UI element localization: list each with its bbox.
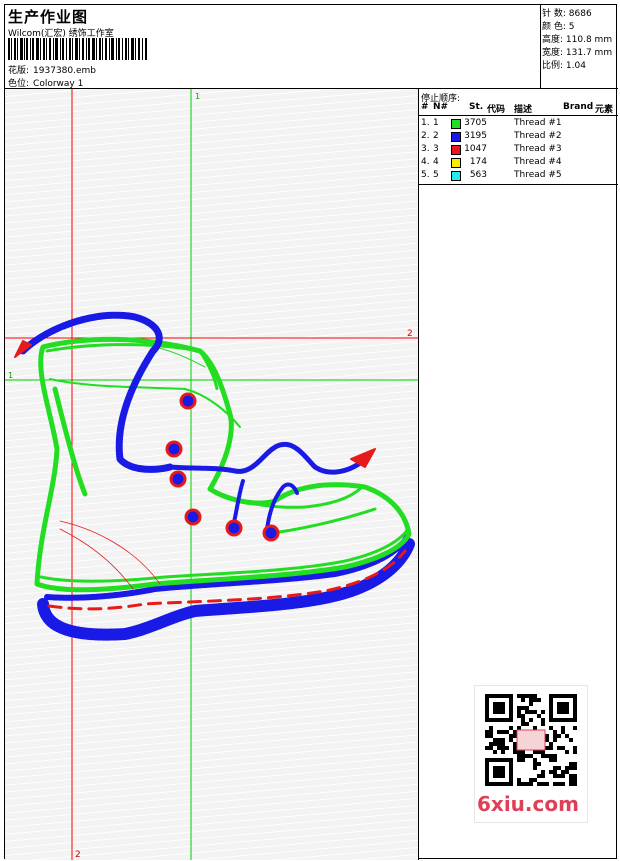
- stop-sequence-row[interactable]: 3. 3 1047 Thread #3: [419, 144, 618, 157]
- row-description: Thread #4: [514, 157, 562, 167]
- boot-vamp-line: [208, 487, 362, 509]
- scale-label: 比例:: [542, 61, 564, 71]
- boot-inner-line: [49, 378, 241, 428]
- design-file-line: 花版: 1937380.emb: [8, 63, 96, 76]
- boot-design: [14, 311, 415, 641]
- row-num: 3.: [421, 144, 430, 154]
- colorway-line: 色位: Colorway 1: [8, 76, 83, 89]
- stop-sequence-row[interactable]: 4. 4 174 Thread #4: [419, 157, 618, 170]
- row-stitches: 563: [469, 170, 487, 180]
- row-num: 2.: [421, 131, 430, 141]
- row-description: Thread #2: [514, 131, 562, 141]
- col-st: St.: [469, 102, 484, 112]
- row-stitches: 3195: [464, 131, 487, 141]
- row-stitches: 1047: [464, 144, 487, 154]
- stop-sequence-panel: 停止顺序: # N# St. 代码 描述 Brand 元素 1. 1 3705 Thr…: [419, 89, 618, 860]
- color-count-value: 5: [568, 22, 575, 32]
- stitch-count-label: 针 数:: [542, 9, 566, 19]
- stitch-count-row: 针 数: 8686: [542, 6, 592, 19]
- boot-heel-detail: [59, 520, 161, 585]
- col-n: N#: [433, 102, 449, 112]
- height-value: 110.8 mm: [565, 35, 613, 45]
- scale-value: 1.04: [565, 61, 586, 71]
- barcode-icon: [8, 38, 147, 60]
- table-divider: [419, 184, 618, 185]
- row-num: 5.: [421, 170, 430, 180]
- design-file-label: 花版:: [8, 66, 30, 76]
- stop-sequence-row[interactable]: 2. 2 3195 Thread #2: [419, 131, 618, 144]
- guide-label-vertical-green: 1: [195, 92, 200, 101]
- production-worksheet: 生产作业图 Wilcom(汇宏) 绣饰工作室 花版: 1937380.emb 色…: [4, 4, 618, 860]
- row-n: 4: [433, 157, 439, 167]
- stop-sequence-header: # N# St. 代码 描述 Brand 元素: [419, 102, 618, 116]
- col-num: #: [421, 102, 429, 112]
- width-label: 宽度:: [542, 48, 564, 58]
- design-file-value: 1937380.emb: [33, 66, 97, 76]
- row-stitches: 3705: [464, 118, 487, 128]
- design-canvas[interactable]: 1 1 2 2: [5, 89, 419, 860]
- row-n: 2: [433, 131, 439, 141]
- row-description: Thread #3: [514, 144, 562, 154]
- stop-sequence-row[interactable]: 5. 5 563 Thread #5: [419, 170, 618, 183]
- guide-label-horizontal-red: 2: [407, 329, 413, 339]
- row-n: 3: [433, 144, 439, 154]
- boot-lace: [167, 441, 366, 475]
- row-n: 5: [433, 170, 439, 180]
- guide-label-vertical-red: 2: [75, 850, 81, 860]
- row-num: 4.: [421, 157, 430, 167]
- watermark-site: 6xiu.com: [477, 792, 579, 816]
- colorway-value: Colorway 1: [33, 79, 84, 89]
- scale-row: 比例: 1.04: [542, 58, 586, 71]
- embroidery-preview: 1 1 2 2: [5, 89, 418, 860]
- row-n: 1: [433, 118, 439, 128]
- col-desc: 描述: [514, 105, 533, 115]
- qr-code-icon: [485, 694, 577, 786]
- width-value: 131.7 mm: [565, 48, 613, 58]
- col-element: 元素: [595, 105, 614, 115]
- col-brand: Brand: [563, 102, 594, 112]
- height-row: 高度: 110.8 mm: [542, 32, 612, 45]
- width-row: 宽度: 131.7 mm: [542, 45, 612, 58]
- stop-sequence-row[interactable]: 1. 1 3705 Thread #1: [419, 118, 618, 131]
- row-description: Thread #5: [514, 170, 562, 180]
- thread-color-swatch: [451, 171, 461, 184]
- row-num: 1.: [421, 118, 430, 128]
- design-stats-panel: 针 数: 8686 颜 色: 5 高度: 110.8 mm 宽度: 131.7 …: [541, 5, 618, 89]
- stitch-count-value: 8686: [568, 9, 592, 19]
- page-title: 生产作业图: [8, 8, 89, 26]
- color-count-row: 颜 色: 5: [542, 19, 575, 32]
- guide-label-horizontal-green: 1: [8, 371, 13, 380]
- colorway-label: 色位:: [8, 79, 30, 89]
- col-code: 代码: [487, 105, 506, 115]
- header-panel: 生产作业图 Wilcom(汇宏) 绣饰工作室 花版: 1937380.emb 色…: [5, 5, 541, 89]
- boot-toe-cap: [263, 507, 377, 536]
- row-description: Thread #1: [514, 118, 562, 128]
- height-label: 高度:: [542, 35, 564, 45]
- boot-welt: [39, 527, 410, 583]
- color-count-label: 颜 色:: [542, 22, 566, 32]
- boot-heel-stroke: [52, 386, 88, 497]
- row-stitches: 174: [469, 157, 487, 167]
